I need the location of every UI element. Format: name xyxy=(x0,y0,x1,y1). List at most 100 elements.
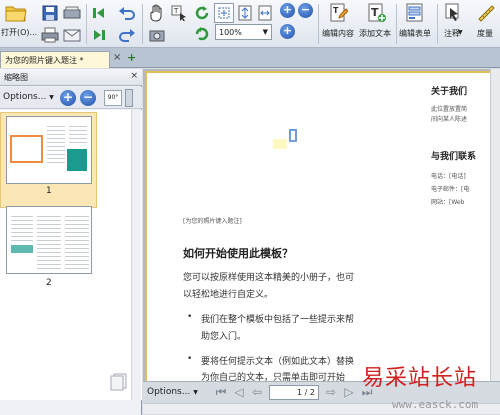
edit-content-icon: T xyxy=(330,3,348,22)
thumb-lines xyxy=(11,213,33,243)
zoom-out-button[interactable]: − xyxy=(298,3,313,18)
zoom-select[interactable]: 100% ▼ xyxy=(215,24,272,40)
about-text-line: 间向某人陈述 xyxy=(431,116,468,123)
thumbnail-page-1[interactable] xyxy=(6,116,92,184)
add-text-label[interactable]: 添加文本 xyxy=(359,28,391,39)
contact-phone: 电话：[电话] xyxy=(431,173,466,180)
toolbar-separator xyxy=(142,4,143,44)
redo-icon xyxy=(119,29,135,42)
doc-paragraph-line: 您可以按原样使用这本精美的小册子，也可 xyxy=(183,273,355,283)
add-text-icon: T xyxy=(368,3,386,22)
ruler-icon xyxy=(478,5,495,22)
tab-close-button[interactable]: × xyxy=(113,52,121,63)
undo-button[interactable] xyxy=(115,3,139,23)
panel-title: 缩略图 xyxy=(4,73,28,82)
rotate-counterclockwise-icon xyxy=(195,27,209,41)
toolbar-separator xyxy=(396,4,397,44)
page-frame: [为您的照片键入题注] 如何开始使用此模板？ 您可以按原样使用这本精美的小册子，… xyxy=(145,71,496,383)
new-tab-button[interactable]: + xyxy=(127,51,136,64)
watermark-text: 易采站长站 xyxy=(362,366,478,391)
zoom-in-button[interactable]: + xyxy=(280,3,295,18)
next-page-button[interactable]: ▷ xyxy=(341,384,357,400)
tab-title: 为您的照片键入题注 * xyxy=(5,56,84,65)
thumbnail-zoom-out-button[interactable]: − xyxy=(80,90,96,106)
email-button[interactable] xyxy=(62,25,82,45)
chevron-down-icon: ▼ xyxy=(262,28,268,36)
redo-button[interactable] xyxy=(115,25,139,45)
view-options-menu[interactable]: Options... ▼ xyxy=(147,387,198,397)
edit-form-label[interactable]: 编辑表单 xyxy=(399,28,431,39)
import-arrow-icon xyxy=(93,8,104,18)
page-number-1: 1 xyxy=(46,186,52,196)
import-button[interactable] xyxy=(90,3,108,23)
rotate-label: 90° xyxy=(107,94,119,101)
comment-button[interactable] xyxy=(442,2,464,24)
bullet-line: 我们在整个模板中包括了一些提示来帮 xyxy=(201,315,355,325)
thumbnail-page-2[interactable] xyxy=(6,206,92,274)
open-folder-button[interactable] xyxy=(3,3,29,23)
print-icon xyxy=(41,27,59,43)
rotate-thumbnail-button[interactable]: 90° xyxy=(104,90,122,106)
thumbnail-list: 1 2 xyxy=(0,110,142,400)
measure-label[interactable]: 度量 xyxy=(477,28,493,39)
thumbnail-size-slider[interactable] xyxy=(125,89,133,107)
print-button[interactable] xyxy=(40,25,60,45)
tab-document[interactable]: 为您的照片键入题注 * xyxy=(0,51,110,68)
edit-form-button[interactable] xyxy=(404,2,426,24)
thumbnail-options-menu[interactable]: Options... ▼ xyxy=(3,92,54,102)
options-label: Options... xyxy=(3,92,47,102)
rotate-ccw-button[interactable] xyxy=(192,24,212,44)
thumb-lines xyxy=(65,213,89,269)
thumb-lines xyxy=(37,213,61,269)
chevron-down-icon: ▼ xyxy=(193,389,198,396)
previous-page-button[interactable]: ◁ xyxy=(231,384,247,400)
save-icon xyxy=(42,5,58,21)
thumbnail-zoom-in-button[interactable]: + xyxy=(60,90,76,106)
actual-size-button[interactable] xyxy=(214,3,234,23)
hand-tool-button[interactable] xyxy=(146,3,168,23)
add-text-button[interactable]: T xyxy=(366,2,388,24)
camera-icon xyxy=(149,30,165,42)
page-back-button[interactable]: ⇦ xyxy=(249,384,265,400)
fit-page-icon xyxy=(238,5,252,21)
thumb-lines xyxy=(47,123,65,163)
measure-button[interactable] xyxy=(475,2,497,24)
doc-heading: 如何开始使用此模板？ xyxy=(183,247,293,260)
document-vertical-scrollbar[interactable] xyxy=(490,69,500,383)
page-number-input[interactable]: 1 / 2 xyxy=(269,385,319,400)
zoom-in-small-button[interactable]: + xyxy=(280,24,295,39)
select-text-button[interactable]: T xyxy=(168,3,190,23)
scan-button[interactable] xyxy=(62,3,82,23)
page-forward-button[interactable]: ⇨ xyxy=(323,384,339,400)
bullet-marker: • xyxy=(187,312,193,322)
contact-website: 网站：[Web xyxy=(431,199,465,206)
export-button[interactable] xyxy=(90,25,108,45)
edit-form-icon xyxy=(406,3,423,22)
edit-content-button[interactable]: T xyxy=(328,2,350,24)
thumbnail-scrollbar[interactable] xyxy=(131,110,141,400)
toolbar-separator xyxy=(86,4,87,44)
fit-page-button[interactable] xyxy=(236,3,254,23)
export-arrow-icon xyxy=(94,30,105,40)
open-label[interactable]: 打开(O)... xyxy=(1,27,37,38)
panel-close-button[interactable]: × xyxy=(130,71,138,81)
actual-size-icon xyxy=(218,7,230,19)
save-button[interactable] xyxy=(40,3,60,23)
fit-width-icon xyxy=(258,5,272,21)
thumb-teal-text xyxy=(11,245,33,253)
panel-header: 缩略图 × xyxy=(0,69,142,86)
first-page-button[interactable]: ⏮ xyxy=(213,384,229,400)
bullet-line: 助您入门。 xyxy=(201,332,247,342)
rotate-cw-button[interactable] xyxy=(192,3,212,23)
document-page[interactable]: [为您的照片键入题注] 如何开始使用此模板？ 您可以按原样使用这本精美的小册子，… xyxy=(151,73,494,381)
comment-chevron-icon[interactable]: ▼ xyxy=(458,29,463,36)
about-heading: 关于我们 xyxy=(431,87,468,97)
comment-pointer-icon xyxy=(445,3,459,21)
snapshot-button[interactable] xyxy=(146,25,168,45)
fit-width-button[interactable] xyxy=(256,3,274,23)
contact-heading: 与我们联系 xyxy=(431,152,477,162)
rotate-clockwise-icon xyxy=(195,6,209,20)
svg-text:T: T xyxy=(333,6,339,15)
svg-text:T: T xyxy=(371,6,379,19)
edit-content-label[interactable]: 编辑内容 xyxy=(322,28,354,39)
